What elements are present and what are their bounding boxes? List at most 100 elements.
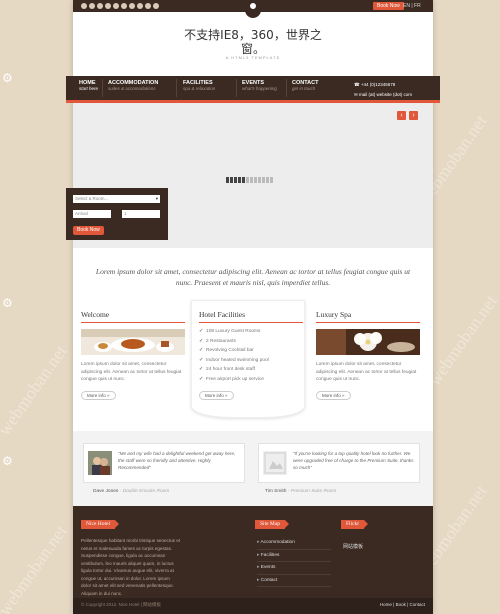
copyright-bar: © Copyright 2012. Nice Hotel | 网站模板 Home… [73, 598, 433, 614]
sitemap-link[interactable]: Events [257, 562, 331, 575]
nav-item-accommodation[interactable]: ACCOMMODATION suites & accomodations [108, 80, 158, 91]
watermark: webmoban.net [0, 521, 71, 614]
sitemap-link[interactable]: Contact [257, 575, 331, 587]
room-select[interactable]: Select a Room... ▾ [73, 195, 160, 203]
social-icon[interactable] [137, 3, 143, 9]
watermark: webmoban.net [423, 291, 500, 390]
nav-sub: suites & accomodations [108, 86, 156, 91]
testimonial-quote: "Me and my wife had a delightful weekend… [118, 451, 236, 470]
spa-title: Luxury Spa [316, 310, 420, 323]
site-tagline: A HTML5 TEMPLATE [225, 55, 281, 60]
email-info[interactable]: ✉ mail (at) website (dot) com [354, 90, 412, 100]
map-pin-icon [245, 0, 261, 18]
copyright-text: © Copyright 2012. Nice Hotel | 网站模板 [81, 602, 162, 607]
social-icon[interactable] [81, 3, 87, 9]
nav-sub: what's happening [242, 86, 277, 91]
welcome-text: Lorem ipsum dolor sit amet, consectetur … [81, 362, 182, 382]
spa-more-button[interactable]: More info » [316, 390, 351, 400]
facilities-title: Hotel Facilities [199, 310, 303, 323]
list-item: ✓ Revolving Cocktail bar [199, 348, 254, 353]
nav-contact-info: ☎ +44 (0)12345678 ✉ mail (at) website (d… [354, 80, 412, 100]
nav-divider [236, 79, 237, 97]
nav-item-events[interactable]: EVENTS what's happening [242, 80, 277, 91]
social-icon[interactable] [121, 3, 127, 9]
arrival-date-input[interactable]: Arrival [73, 210, 111, 218]
social-icon[interactable] [129, 3, 135, 9]
nav-divider [102, 79, 103, 97]
social-icon[interactable] [105, 3, 111, 9]
list-item: ✓ 24 hour front desk staff [199, 367, 256, 372]
list-item: ✓ Free airport pick up service [199, 376, 264, 382]
welcome-more-button[interactable]: More info » [81, 390, 116, 400]
nav-sub: spa & relaxation [183, 86, 216, 91]
gear-icon[interactable]: ⚙ [2, 72, 14, 84]
slider-loader [226, 177, 273, 183]
phone-info: ☎ +44 (0)12345678 [354, 80, 412, 90]
check-icon: ✓ [199, 348, 204, 353]
nav-item-home[interactable]: HOME start here [79, 80, 98, 91]
welcome-image [81, 329, 185, 355]
welcome-title: Welcome [81, 310, 185, 323]
nav-divider [176, 79, 177, 97]
social-icon[interactable] [145, 3, 151, 9]
check-icon: ✓ [199, 376, 204, 382]
facilities-column: Hotel Facilities ✓ 108 Luxury Guest Rooms… [199, 310, 303, 402]
avatar [263, 451, 287, 475]
footer-sitemap-title: Site Map [255, 520, 290, 529]
list-item: ✓ 108 Luxury Guest Rooms [199, 329, 261, 334]
nav-item-facilities[interactable]: FACILITIES spa & relaxation [183, 80, 215, 91]
footer-sitemap: Accommodation Facilities Events Contact [257, 537, 331, 587]
welcome-column: Welcome Lorem ipsum dolor sit amet, cons… [81, 310, 185, 402]
social-icons [81, 3, 159, 9]
site-logo[interactable]: 不支持IE8，360，世界之 窗。 [73, 28, 433, 56]
logo-line-2: 窗。 [240, 42, 265, 56]
check-icon: ✓ [199, 338, 204, 344]
nav-sub: start here [79, 86, 99, 91]
testimonial-author: Tim Smith - Premium Suite Room [265, 489, 337, 494]
intro-text: Lorem ipsum dolor sit amet, consectetur … [95, 267, 411, 287]
sitemap-link[interactable]: Accommodation [257, 537, 331, 550]
testimonial-author: Dave Jones - Double Ensuite Room [93, 489, 170, 494]
booking-form: Select a Room... ▾ Arrival 1 Book Now [66, 188, 168, 240]
page-container: Book Now EN | FR 不支持IE8，360，世界之 窗。 A HTM… [66, 0, 440, 614]
chevron-down-icon: ▾ [155, 196, 158, 201]
testimonial-quote: "If you're looking for a top quality hot… [293, 451, 414, 470]
check-icon: ✓ [199, 357, 204, 363]
gear-icon[interactable]: ⚙ [2, 297, 14, 309]
testimonial-card: "Me and my wife had a delightful weekend… [83, 443, 245, 483]
spa-text: Lorem ipsum dolor sit amet, consectetur … [316, 362, 417, 382]
gear-icon[interactable]: ⚙ [2, 455, 14, 467]
list-item: ✓ Indoor heated swimming pool [199, 357, 269, 363]
watermark: webmoban.net [0, 341, 71, 440]
phone-number: +44 (0)12345678 [360, 82, 396, 87]
language-switcher[interactable]: EN | FR [403, 2, 421, 10]
check-icon: ✓ [199, 367, 204, 372]
facilities-more-button[interactable]: More info » [199, 391, 234, 400]
footer-flickr-text[interactable]: 网站模板 [343, 543, 363, 550]
facilities-list: ✓ 108 Luxury Guest Rooms ✓ 2 Restaurants ✓… [199, 327, 303, 384]
nav-divider [286, 79, 287, 97]
social-icon[interactable] [89, 3, 95, 9]
footer-links[interactable]: Home | Book | Contact [380, 602, 425, 607]
avatar [88, 451, 112, 475]
logo-line-1: 不支持IE8，360，世界之 [184, 28, 322, 42]
social-icon[interactable] [113, 3, 119, 9]
footer-flickr-title: Flickr [341, 520, 369, 529]
book-now-button[interactable]: Book Now [73, 226, 104, 235]
list-item: ✓ 2 Restaurants [199, 338, 236, 344]
slider-prev-arrow-icon[interactable]: ‹ [397, 111, 406, 120]
nav-item-contact[interactable]: CONTACT get in touch [292, 80, 318, 91]
nav-sub: get in touch [292, 86, 316, 91]
sitemap-link[interactable]: Facilities [257, 550, 331, 562]
slider-next-arrow-icon[interactable]: › [409, 111, 418, 120]
email-address: mail (at) website (dot) com [359, 92, 413, 97]
phone-icon: ☎ [354, 82, 361, 87]
main-nav: HOME start here ACCOMMODATION suites & a… [66, 76, 440, 100]
spa-column: Luxury Spa Lorem ipsum dolor sit amet, c… [316, 310, 420, 402]
testimonials-section: "Me and my wife had a delightful weekend… [73, 431, 433, 506]
social-icon[interactable] [97, 3, 103, 9]
book-now-top-button[interactable]: Book Now [373, 2, 404, 10]
check-icon: ✓ [199, 329, 204, 334]
social-icon[interactable] [153, 3, 159, 9]
nights-input[interactable]: 1 [122, 210, 160, 218]
